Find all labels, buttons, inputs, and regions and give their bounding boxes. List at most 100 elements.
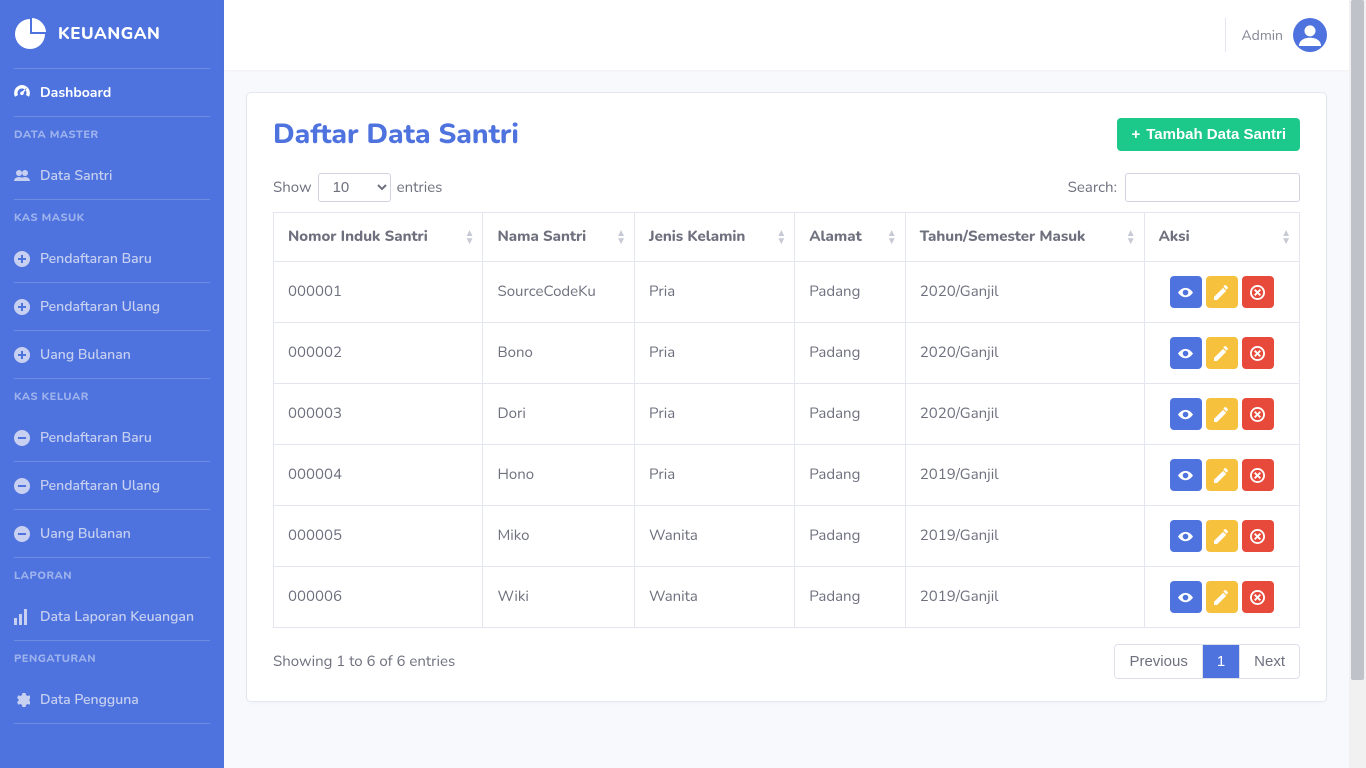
- delete-button[interactable]: [1242, 337, 1274, 369]
- sidebar-heading: KAS KELUAR: [0, 379, 224, 414]
- view-button[interactable]: [1170, 581, 1202, 613]
- cell-alamat: Padang: [795, 262, 905, 323]
- cell-alamat: Padang: [795, 506, 905, 567]
- pagination: Previous 1 Next: [1114, 644, 1300, 679]
- sidebar: KEUANGAN Dashboard DATA MASTERData Santr…: [0, 0, 224, 768]
- view-button[interactable]: [1170, 520, 1202, 552]
- view-button[interactable]: [1170, 276, 1202, 308]
- cell-tahun: 2020/Ganjil: [905, 384, 1144, 445]
- minus-circle-icon: [14, 526, 30, 542]
- brand[interactable]: KEUANGAN: [0, 0, 224, 68]
- edit-button[interactable]: [1206, 520, 1238, 552]
- sort-icon: ▲▼: [1281, 229, 1289, 245]
- column-header[interactable]: Tahun/Semester Masuk▲▼: [905, 213, 1144, 262]
- sidebar-item-label: Pendaftaran Ulang: [40, 297, 160, 316]
- scrollbar-track[interactable]: [1349, 0, 1366, 768]
- cell-alamat: Padang: [795, 445, 905, 506]
- sidebar-item[interactable]: Pendaftaran Baru: [0, 414, 224, 461]
- chart-icon: [14, 609, 30, 625]
- cell-tahun: 2019/Ganjil: [905, 506, 1144, 567]
- column-header[interactable]: Nama Santri▲▼: [483, 213, 635, 262]
- cell-nis: 000001: [274, 262, 483, 323]
- edit-button[interactable]: [1206, 276, 1238, 308]
- column-header[interactable]: Alamat▲▼: [795, 213, 905, 262]
- cell-nis: 000003: [274, 384, 483, 445]
- sidebar-item[interactable]: Data Santri: [0, 152, 224, 199]
- table-row: 000003DoriPriaPadang2020/Ganjil: [274, 384, 1300, 445]
- view-button[interactable]: [1170, 459, 1202, 491]
- dashboard-icon: [14, 85, 30, 101]
- sidebar-item[interactable]: Pendaftaran Ulang: [0, 462, 224, 509]
- brand-text: KEUANGAN: [58, 23, 160, 46]
- page-1-button[interactable]: 1: [1202, 645, 1239, 678]
- view-button[interactable]: [1170, 398, 1202, 430]
- table-row: 000002BonoPriaPadang2020/Ganjil: [274, 323, 1300, 384]
- cell-aksi: [1144, 384, 1299, 445]
- cell-jk: Pria: [635, 384, 795, 445]
- cell-nis: 000006: [274, 567, 483, 628]
- sidebar-item-label: Pendaftaran Baru: [40, 428, 152, 447]
- edit-button[interactable]: [1206, 398, 1238, 430]
- column-header[interactable]: Nomor Induk Santri▲▼: [274, 213, 483, 262]
- santri-table: Nomor Induk Santri▲▼Nama Santri▲▼Jenis K…: [273, 212, 1300, 628]
- edit-icon: [1214, 468, 1229, 483]
- edit-button[interactable]: [1206, 581, 1238, 613]
- eye-icon: [1178, 285, 1193, 300]
- cell-tahun: 2020/Ganjil: [905, 323, 1144, 384]
- sidebar-item-label: Uang Bulanan: [40, 524, 131, 543]
- sidebar-item[interactable]: Uang Bulanan: [0, 510, 224, 557]
- sidebar-item-dashboard[interactable]: Dashboard: [0, 69, 224, 116]
- cell-jk: Wanita: [635, 567, 795, 628]
- cog-icon: [14, 692, 30, 708]
- plus-circle-icon: [14, 299, 30, 315]
- eye-icon: [1178, 468, 1193, 483]
- edit-button[interactable]: [1206, 459, 1238, 491]
- topbar: Admin: [224, 0, 1349, 70]
- edit-button[interactable]: [1206, 337, 1238, 369]
- edit-icon: [1214, 590, 1229, 605]
- table-row: 000004HonoPriaPadang2019/Ganjil: [274, 445, 1300, 506]
- delete-button[interactable]: [1242, 520, 1274, 552]
- sidebar-item[interactable]: Data Pengguna: [0, 676, 224, 723]
- view-button[interactable]: [1170, 337, 1202, 369]
- delete-button[interactable]: [1242, 398, 1274, 430]
- page-prev-button[interactable]: Previous: [1115, 645, 1201, 678]
- column-header[interactable]: Aksi▲▼: [1144, 213, 1299, 262]
- sidebar-item-label: Uang Bulanan: [40, 345, 131, 364]
- delete-button[interactable]: [1242, 581, 1274, 613]
- cell-aksi: [1144, 506, 1299, 567]
- delete-button[interactable]: [1242, 459, 1274, 491]
- page-title: Daftar Data Santri: [273, 115, 519, 153]
- add-santri-button[interactable]: + Tambah Data Santri: [1117, 118, 1300, 151]
- plus-circle-icon: [14, 347, 30, 363]
- sidebar-item-label: Data Santri: [40, 166, 112, 185]
- cell-alamat: Padang: [795, 384, 905, 445]
- cell-tahun: 2020/Ganjil: [905, 262, 1144, 323]
- sidebar-item[interactable]: Pendaftaran Baru: [0, 235, 224, 282]
- plus-icon: +: [1131, 126, 1140, 143]
- sidebar-item-label: Dashboard: [40, 83, 111, 102]
- scrollbar-thumb[interactable]: [1351, 0, 1364, 680]
- cell-alamat: Padang: [795, 567, 905, 628]
- sidebar-item-label: Data Laporan Keuangan: [40, 607, 194, 626]
- plus-circle-icon: [14, 251, 30, 267]
- page-length-select[interactable]: 10: [318, 173, 391, 202]
- user-icon: [1299, 24, 1321, 46]
- cell-nama: Dori: [483, 384, 635, 445]
- delete-icon: [1250, 529, 1265, 544]
- delete-button[interactable]: [1242, 276, 1274, 308]
- column-header[interactable]: Jenis Kelamin▲▼: [635, 213, 795, 262]
- delete-icon: [1250, 590, 1265, 605]
- cell-aksi: [1144, 445, 1299, 506]
- page-next-button[interactable]: Next: [1239, 645, 1299, 678]
- sidebar-item[interactable]: Data Laporan Keuangan: [0, 593, 224, 640]
- sidebar-item[interactable]: Pendaftaran Ulang: [0, 283, 224, 330]
- cell-nis: 000004: [274, 445, 483, 506]
- cell-nis: 000005: [274, 506, 483, 567]
- search-input[interactable]: [1125, 173, 1300, 202]
- topbar-username: Admin: [1242, 26, 1283, 45]
- sidebar-item[interactable]: Uang Bulanan: [0, 331, 224, 378]
- edit-icon: [1214, 285, 1229, 300]
- avatar[interactable]: [1293, 18, 1327, 52]
- sidebar-heading: LAPORAN: [0, 558, 224, 593]
